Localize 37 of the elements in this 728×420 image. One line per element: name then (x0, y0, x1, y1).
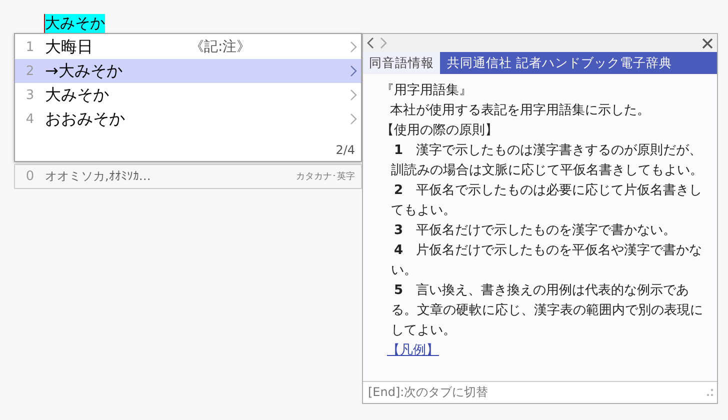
candidate-number: 2 (24, 64, 36, 78)
footer-hint: [End]:次のタブに切替 (368, 384, 488, 401)
close-icon[interactable] (702, 38, 713, 48)
candidate-item[interactable]: 1 大晦日 《記:注》 (15, 35, 361, 59)
candidate-text: おおみそか (45, 108, 126, 130)
candidate-number: 1 (24, 40, 36, 54)
page-indicator: 2/4 (336, 143, 355, 157)
candidate-number: 0 (24, 169, 36, 184)
candidate-text: オオミソカ,ｵｵﾐｿｶ… (45, 168, 151, 185)
chevron-icon (350, 89, 357, 101)
resize-grip-icon[interactable] (706, 388, 714, 396)
rule-paragraph: 3 平仮名だけで示したものを漢字で書かない。 (393, 222, 678, 240)
candidate-text: →大みそか (45, 60, 124, 82)
section-heading: 『用字用語集』 (381, 82, 473, 100)
legend-link[interactable]: 【凡例】 (383, 342, 443, 359)
rule-paragraph: 2 平仮名で示したものは必要に応じて片仮名書きしてもよい。 (391, 182, 704, 220)
back-icon[interactable] (367, 37, 374, 49)
candidate-number: 3 (24, 88, 36, 102)
rule-paragraph: 5 言い換え、書き換えの用例は代表的な例示である。文章の硬軟に応じ、漢字表の範囲内で別の表現にしてよい。 (391, 282, 704, 340)
conversion-label: カタカナ･英字 (296, 170, 355, 183)
candidate-number: 4 (24, 112, 36, 126)
panel-tab[interactable]: 同音語情報 (363, 52, 440, 74)
chevron-icon (350, 113, 357, 125)
candidate-item[interactable]: 3 大みそか (15, 83, 361, 107)
rule-paragraph: 1 漢字で示したものは漢字書きするのが原則だが、訓読みの場合は文脈に応じて平仮名書きしてもよい。 (391, 142, 704, 180)
candidate-item[interactable]: 2 →大みそか (15, 59, 361, 83)
composition-text: 大みそか (44, 14, 105, 33)
panel-tab[interactable]: 共同通信社 記者ハンドブック電子辞典 (440, 52, 717, 74)
section-heading: 【使用の際の原則】 (381, 122, 499, 140)
chevron-icon (350, 65, 357, 77)
paragraph: 本社が使用する表記を用字用語集に示した。 (390, 102, 651, 120)
rule-paragraph: 4 片仮名だけで示したものを平仮名や漢字で書かない。 (391, 242, 704, 280)
candidate-text: 大晦日 (45, 36, 94, 58)
candidate-item[interactable]: 4 おおみそか (15, 107, 361, 131)
candidate-text: 大みそか (45, 84, 110, 106)
candidate-note: 《記:注》 (190, 38, 252, 56)
chevron-icon (350, 41, 357, 53)
